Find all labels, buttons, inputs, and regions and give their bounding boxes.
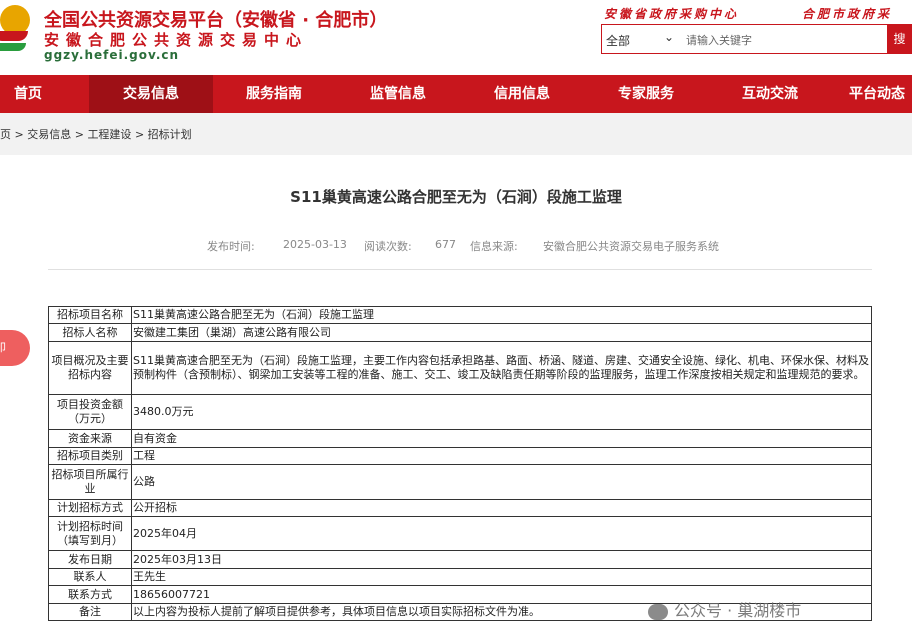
watermark: 公众号 · 巢湖楼市 bbox=[648, 597, 801, 621]
nav-item-interaction[interactable]: 互动交流 bbox=[708, 75, 832, 113]
main-nav: 首页 交易信息 服务指南 监管信息 信用信息 专家服务 互动交流 平台动态 bbox=[0, 75, 912, 113]
site-logo[interactable] bbox=[0, 3, 32, 59]
table-row: 项目投资金额（万元） 3480.0万元 bbox=[48, 394, 872, 430]
row-value: S11巢黄高速公路合肥至无为（石涧）段施工监理 bbox=[131, 306, 872, 324]
nav-item-supervision[interactable]: 监管信息 bbox=[336, 75, 460, 113]
row-label: 项目概况及主要招标内容 bbox=[48, 341, 132, 395]
row-label: 招标项目类别 bbox=[48, 447, 132, 465]
row-value: 2025年03月13日 bbox=[131, 550, 872, 569]
row-label: 发布日期 bbox=[48, 550, 132, 569]
publish-date: 2025-03-13 bbox=[283, 238, 347, 251]
row-label: 项目投资金额（万元） bbox=[48, 394, 132, 430]
views-label: 阅读次数: bbox=[364, 240, 412, 253]
tender-plan-table: 招标项目名称 S11巢黄高速公路合肥至无为（石涧）段施工监理 招标人名称 安徽建… bbox=[48, 306, 872, 621]
wechat-icon bbox=[648, 603, 668, 620]
article-title: S11巢黄高速公路合肥至无为（石涧）段施工监理 bbox=[290, 188, 622, 206]
row-value: 自有资金 bbox=[131, 429, 872, 448]
row-label: 资金来源 bbox=[48, 429, 132, 448]
row-value: 公开招标 bbox=[131, 499, 872, 517]
row-label: 备注 bbox=[48, 603, 132, 621]
row-value: 3480.0万元 bbox=[131, 394, 872, 430]
nav-item-home[interactable]: 首页 bbox=[0, 75, 56, 113]
divider bbox=[48, 269, 872, 270]
row-value: S11巢黄高速合肥至无为（石涧）段施工监理，主要工作内容包括承担路基、路面、桥涵… bbox=[131, 341, 872, 395]
nav-item-credit[interactable]: 信用信息 bbox=[460, 75, 584, 113]
chevron-down-icon[interactable]: ⌄ bbox=[664, 30, 674, 44]
table-row: 发布日期 2025年03月13日 bbox=[48, 550, 872, 569]
table-row: 项目概况及主要招标内容 S11巢黄高速合肥至无为（石涧）段施工监理，主要工作内容… bbox=[48, 341, 872, 395]
source-value: 安徽合肥公共资源交易电子服务系统 bbox=[543, 240, 719, 253]
row-value: 安徽建工集团（巢湖）高速公路有限公司 bbox=[131, 323, 872, 342]
row-label: 招标人名称 bbox=[48, 323, 132, 342]
row-value: 工程 bbox=[131, 447, 872, 465]
table-row: 资金来源 自有资金 bbox=[48, 429, 872, 448]
breadcrumb-engineering[interactable]: 工程建设 bbox=[87, 128, 131, 141]
row-value: 2025年04月 bbox=[131, 516, 872, 551]
row-label: 计划招标方式 bbox=[48, 499, 132, 517]
row-value: 公路 bbox=[131, 464, 872, 500]
row-label: 联系方式 bbox=[48, 585, 132, 604]
site-header: 全国公共资源交易平台（安徽省 · 合肥市） 安徽合肥公共资源交易中心 ggzy.… bbox=[0, 0, 912, 75]
table-row: 联系人 王先生 bbox=[48, 568, 872, 586]
nav-item-platform-news[interactable]: 平台动态 bbox=[832, 75, 912, 113]
row-value: 王先生 bbox=[131, 568, 872, 586]
search-scope-select[interactable]: 全部 bbox=[606, 32, 630, 49]
breadcrumb: 页 > 交易信息 > 工程建设 > 招标计划 bbox=[0, 128, 192, 141]
search-button[interactable]: 搜 bbox=[887, 24, 912, 54]
link-city-procurement[interactable]: 合肥市政府采 bbox=[802, 5, 892, 22]
nav-item-trading-info[interactable]: 交易信息 bbox=[89, 75, 213, 113]
row-label: 联系人 bbox=[48, 568, 132, 586]
table-row: 招标项目所属行业 公路 bbox=[48, 464, 872, 500]
nav-item-service-guide[interactable]: 服务指南 bbox=[213, 75, 335, 113]
nav-item-expert[interactable]: 专家服务 bbox=[584, 75, 708, 113]
row-label: 招标项目名称 bbox=[48, 306, 132, 324]
breadcrumb-tender-plan[interactable]: 招标计划 bbox=[148, 128, 192, 141]
breadcrumb-trading-info[interactable]: 交易信息 bbox=[27, 128, 71, 141]
publish-time-label: 发布时间: bbox=[207, 240, 255, 253]
table-row: 招标项目名称 S11巢黄高速公路合肥至无为（石涧）段施工监理 bbox=[48, 306, 872, 324]
link-province-procurement[interactable]: 安徽省政府采购中心 bbox=[604, 5, 739, 22]
search-bar: 全部 ⌄ bbox=[601, 24, 891, 54]
row-label: 计划招标时间（填写到月） bbox=[48, 516, 132, 551]
site-domain: ggzy.hefei.gov.cn bbox=[44, 48, 180, 62]
source-label: 信息来源: bbox=[470, 240, 518, 253]
breadcrumb-home[interactable]: 页 bbox=[0, 128, 11, 141]
row-label: 招标项目所属行业 bbox=[48, 464, 132, 500]
table-row: 招标人名称 安徽建工集团（巢湖）高速公路有限公司 bbox=[48, 323, 872, 342]
table-row: 计划招标时间（填写到月） 2025年04月 bbox=[48, 516, 872, 551]
site-subtitle: 安徽合肥公共资源交易中心 bbox=[44, 31, 309, 49]
table-row: 招标项目类别 工程 bbox=[48, 447, 872, 465]
search-input[interactable] bbox=[684, 29, 888, 51]
views-count: 677 bbox=[435, 238, 456, 251]
table-row: 计划招标方式 公开招标 bbox=[48, 499, 872, 517]
